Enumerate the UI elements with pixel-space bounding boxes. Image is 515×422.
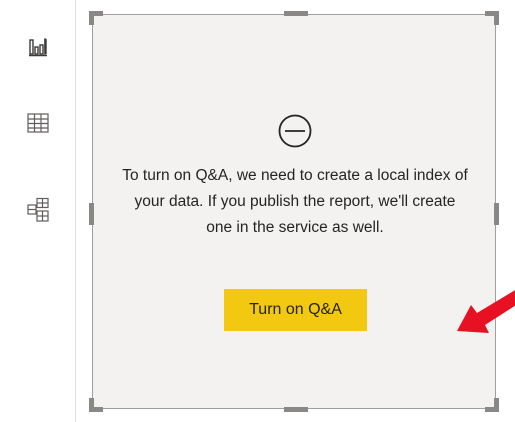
report-view-icon bbox=[29, 38, 47, 57]
disabled-circle-icon bbox=[278, 114, 312, 148]
turn-on-qna-button[interactable]: Turn on Q&A bbox=[224, 289, 367, 331]
app-window: To turn on Q&A, we need to create a loca… bbox=[0, 0, 515, 422]
model-view-button[interactable] bbox=[18, 190, 58, 230]
data-view-button[interactable] bbox=[18, 103, 58, 143]
qna-visual-content: To turn on Q&A, we need to create a loca… bbox=[93, 15, 515, 408]
qna-setup-message: To turn on Q&A, we need to create a loca… bbox=[122, 167, 468, 236]
report-view-button[interactable] bbox=[18, 27, 58, 67]
report-canvas: To turn on Q&A, we need to create a loca… bbox=[76, 0, 515, 422]
model-view-icon bbox=[27, 197, 49, 222]
qna-visual-container[interactable]: To turn on Q&A, we need to create a loca… bbox=[89, 11, 515, 412]
red-arrow-icon bbox=[457, 290, 515, 333]
data-view-icon bbox=[27, 113, 49, 133]
view-switcher-rail bbox=[0, 0, 76, 422]
